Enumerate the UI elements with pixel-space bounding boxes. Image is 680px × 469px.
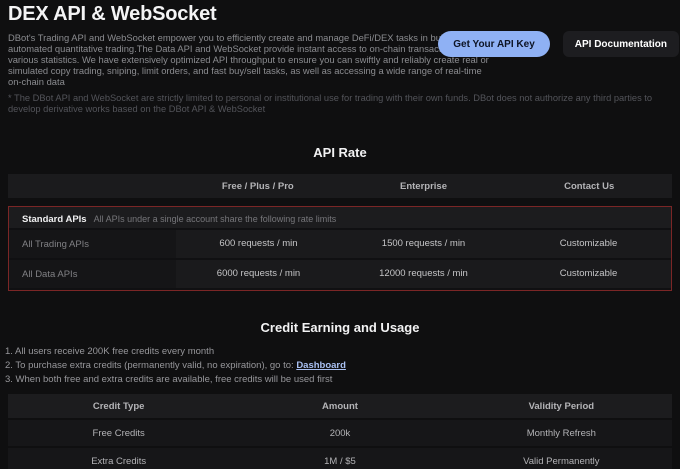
api-documentation-button[interactable]: API Documentation <box>563 31 679 57</box>
cell-free-plus-pro: 600 requests / min <box>176 230 341 258</box>
cell-validity: Valid Permanently <box>451 456 672 467</box>
get-api-key-button[interactable]: Get Your API Key <box>438 31 550 57</box>
credit-col-amount: Amount <box>229 401 450 412</box>
standard-apis-group: Standard APIs All APIs under a single acc… <box>8 206 672 291</box>
cell-amount: 200k <box>229 428 450 439</box>
credit-note-3: 3. When both free and extra credits are … <box>5 373 680 387</box>
cell-enterprise: 1500 requests / min <box>341 230 506 258</box>
row-label: All Trading APIs <box>9 239 176 250</box>
rate-table-header: Free / Plus / Pro Enterprise Contact Us <box>8 174 672 198</box>
cell-contact: Customizable <box>506 230 671 258</box>
row-label: All Data APIs <box>9 269 176 280</box>
cell-credit-type: Free Credits <box>8 428 229 439</box>
table-row-free-credits: Free Credits 200k Monthly Refresh <box>8 420 672 446</box>
cell-credit-type: Extra Credits <box>8 456 229 467</box>
table-row-trading-apis: All Trading APIs 600 requests / min 1500… <box>9 230 671 258</box>
group-note: All APIs under a single account share th… <box>94 214 337 224</box>
cell-contact: Customizable <box>506 260 671 288</box>
standard-apis-group-header: Standard APIs All APIs under a single acc… <box>9 207 671 228</box>
credit-note-2-text: 2. To purchase extra credits (permanentl… <box>5 360 296 371</box>
credit-note-1: 1. All users receive 200K free credits e… <box>5 345 680 359</box>
credit-section-title: Credit Earning and Usage <box>0 320 680 335</box>
table-row-extra-credits: Extra Credits 1M / $5 Valid Permanently <box>8 448 672 469</box>
page-description: DBot's Trading API and WebSocket empower… <box>8 32 494 87</box>
dex-api-page: DEX API & WebSocket DBot's Trading API a… <box>0 3 680 469</box>
rate-col-enterprise: Enterprise <box>341 181 507 192</box>
disclaimer-text: * The DBot API and WebSocket are strictl… <box>8 93 668 115</box>
cell-enterprise: 12000 requests / min <box>341 260 506 288</box>
credit-table-header: Credit Type Amount Validity Period <box>8 394 672 418</box>
cell-free-plus-pro: 6000 requests / min <box>176 260 341 288</box>
page-title: DEX API & WebSocket <box>8 3 680 26</box>
dashboard-link[interactable]: Dashboard <box>296 360 346 371</box>
rate-col-contact-us: Contact Us <box>506 181 672 192</box>
credit-col-validity: Validity Period <box>451 401 672 412</box>
cta-buttons: Get Your API Key API Documentation <box>438 31 679 57</box>
cell-amount: 1M / $5 <box>229 456 450 467</box>
credit-table: Credit Type Amount Validity Period Free … <box>8 394 672 469</box>
credit-col-type: Credit Type <box>8 401 229 412</box>
credit-notes: 1. All users receive 200K free credits e… <box>5 345 680 387</box>
rate-col-free-plus-pro: Free / Plus / Pro <box>175 181 341 192</box>
table-row-data-apis: All Data APIs 6000 requests / min 12000 … <box>9 260 671 288</box>
cell-validity: Monthly Refresh <box>451 428 672 439</box>
group-name: Standard APIs <box>22 214 87 225</box>
api-rate-title: API Rate <box>0 145 680 160</box>
credit-note-2: 2. To purchase extra credits (permanentl… <box>5 359 680 373</box>
